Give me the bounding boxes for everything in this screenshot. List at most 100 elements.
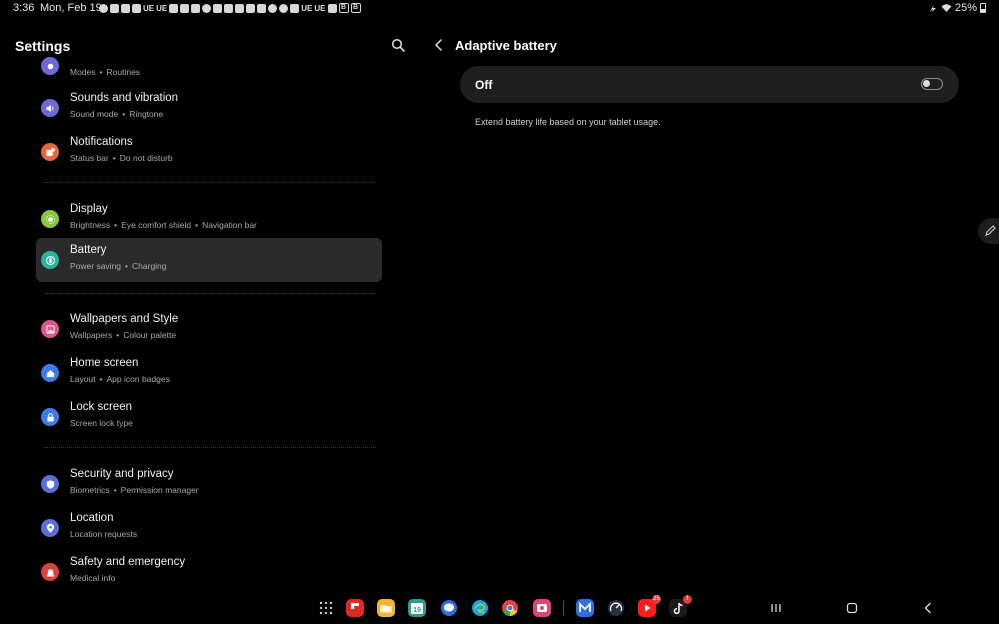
subtitle-part: Biometrics <box>70 485 110 495</box>
home-button[interactable] <box>845 601 859 615</box>
settings-item-location[interactable]: Location Location requests <box>36 506 382 550</box>
svg-text:19: 19 <box>413 607 421 614</box>
settings-item-notifications[interactable]: Notifications Status bar • Do not disturb <box>36 130 382 174</box>
youtube-icon <box>235 3 245 13</box>
tiktok-icon[interactable]: 1 <box>669 595 692 617</box>
speaker-icon <box>41 99 59 117</box>
settings-item-safety[interactable]: Safety and emergency Medical info <box>36 550 382 594</box>
settings-item-subtitle: Power saving • Charging <box>70 261 167 271</box>
settings-item-title: Location <box>70 512 114 524</box>
wallpaper-icon <box>41 320 59 338</box>
malwarebytes-icon[interactable] <box>576 599 594 617</box>
emergency-icon <box>41 563 59 581</box>
calendar-icon[interactable]: 19 <box>408 599 426 617</box>
adaptive-battery-switch[interactable] <box>921 78 943 90</box>
settings-item-title: Home screen <box>70 357 139 369</box>
settings-item-security[interactable]: Security and privacy Biometrics • Permissio… <box>36 462 382 506</box>
subtitle-part: App icon badges <box>106 374 170 384</box>
recents-button[interactable] <box>769 601 783 615</box>
settings-item-title: Notifications <box>70 136 133 148</box>
notification-badge: 25 <box>652 595 661 604</box>
settings-item-modes[interactable]: Modes • Routines <box>36 44 382 88</box>
subtitle-part: Location requests <box>70 529 138 539</box>
subtitle-part: Ringtone <box>129 109 164 119</box>
pencil-icon <box>985 225 996 236</box>
screen-recorder-icon[interactable] <box>533 599 551 617</box>
b-icon: B <box>350 3 361 13</box>
page-title: Adaptive battery <box>455 38 557 53</box>
ue-text: UE <box>314 3 326 13</box>
edge-panel-handle[interactable] <box>978 218 999 244</box>
separator-dot: • <box>112 153 116 163</box>
settings-item-subtitle: Modes • Routines <box>70 67 140 77</box>
messages-icon[interactable] <box>440 599 458 617</box>
settings-item-sounds[interactable]: Sounds and vibration Sound mode • Ringtone <box>36 86 382 130</box>
separator-dot: • <box>116 330 120 340</box>
switch-knob <box>923 80 930 87</box>
youtube-icon <box>246 3 256 13</box>
settings-item-wallpapers[interactable]: Wallpapers and Style Wallpapers • Colour pa… <box>36 307 382 351</box>
separator-dot: • <box>99 67 103 77</box>
settings-item-subtitle: Layout • App icon badges <box>70 374 170 384</box>
youtube-icon <box>180 3 190 13</box>
settings-item-battery[interactable]: Battery Power saving • Charging <box>36 238 382 282</box>
subtitle-part: Do not disturb <box>119 153 173 163</box>
messenger-icon <box>99 3 108 13</box>
status-time: 3:36 <box>13 2 35 14</box>
settings-item-home[interactable]: Home screen Layout • App icon badges <box>36 351 382 395</box>
status-date: Mon, Feb 19 <box>40 2 102 14</box>
chrome-icon[interactable] <box>501 599 519 617</box>
group-divider <box>44 182 376 183</box>
messenger-icon <box>279 3 289 13</box>
wifi-icon <box>941 4 952 12</box>
youtube-icon <box>224 3 234 13</box>
speedometer-icon[interactable] <box>607 599 625 617</box>
subtitle-part: Charging <box>132 261 167 271</box>
notification-badge: 1 <box>683 595 692 604</box>
settings-item-title: Security and privacy <box>70 468 174 480</box>
youtube-icon <box>110 3 119 13</box>
settings-item-subtitle: Screen lock type <box>70 418 133 428</box>
settings-item-title: Battery <box>70 244 107 256</box>
back-button[interactable] <box>921 601 935 615</box>
apps-grid-icon[interactable] <box>317 599 335 617</box>
subtitle-part: Layout <box>70 374 96 384</box>
subtitle-part: Status bar <box>70 153 109 163</box>
settings-item-title: Lock screen <box>70 401 133 413</box>
settings-item-lock[interactable]: Lock screen Screen lock type <box>36 395 382 439</box>
ue-text: UE <box>156 3 168 13</box>
settings-item-display[interactable]: Display Brightness • Eye comfort shield • Nav… <box>36 197 382 241</box>
separator-dot: • <box>125 261 129 271</box>
settings-item-subtitle: Status bar • Do not disturb <box>70 153 173 163</box>
subtitle-part: Power saving <box>70 261 122 271</box>
settings-item-subtitle: Sound mode • Ringtone <box>70 109 163 119</box>
settings-item-title: Display <box>70 203 108 215</box>
back-icon[interactable] <box>432 38 446 52</box>
settings-item-subtitle: Location requests <box>70 529 137 539</box>
subtitle-part: Permission manager <box>120 485 199 495</box>
home-icon <box>41 364 59 382</box>
adaptive-battery-toggle-row[interactable]: Off <box>460 66 959 103</box>
settings-item-subtitle: Brightness • Eye comfort shield • Navigation… <box>70 220 257 230</box>
subtitle-part: Screen lock type <box>70 418 133 428</box>
youtube-icon <box>257 3 267 13</box>
modes-icon <box>41 57 59 75</box>
notification-icons: UE UE UE UE B B <box>99 2 361 14</box>
subtitle-part: Eye comfort shield <box>121 220 192 230</box>
settings-item-title: Wallpapers and Style <box>70 313 179 325</box>
edge-icon[interactable] <box>471 599 489 617</box>
flipboard-icon[interactable] <box>346 599 364 617</box>
my-files-icon[interactable] <box>377 599 395 617</box>
subtitle-part: Medical info <box>70 573 116 583</box>
separator-dot: • <box>99 374 103 384</box>
separator-dot: • <box>195 220 199 230</box>
settings-item-title: Safety and emergency <box>70 556 186 568</box>
subtitle-part: Sound mode <box>70 109 119 119</box>
youtube-icon[interactable]: 25 <box>638 595 661 617</box>
location-icon <box>41 519 59 537</box>
battery-percent: 25% <box>954 2 977 14</box>
subtitle-part: Colour palette <box>123 330 177 340</box>
toggle-label: Off <box>475 78 493 92</box>
search-icon[interactable] <box>391 38 405 52</box>
cloud-icon <box>202 3 212 13</box>
